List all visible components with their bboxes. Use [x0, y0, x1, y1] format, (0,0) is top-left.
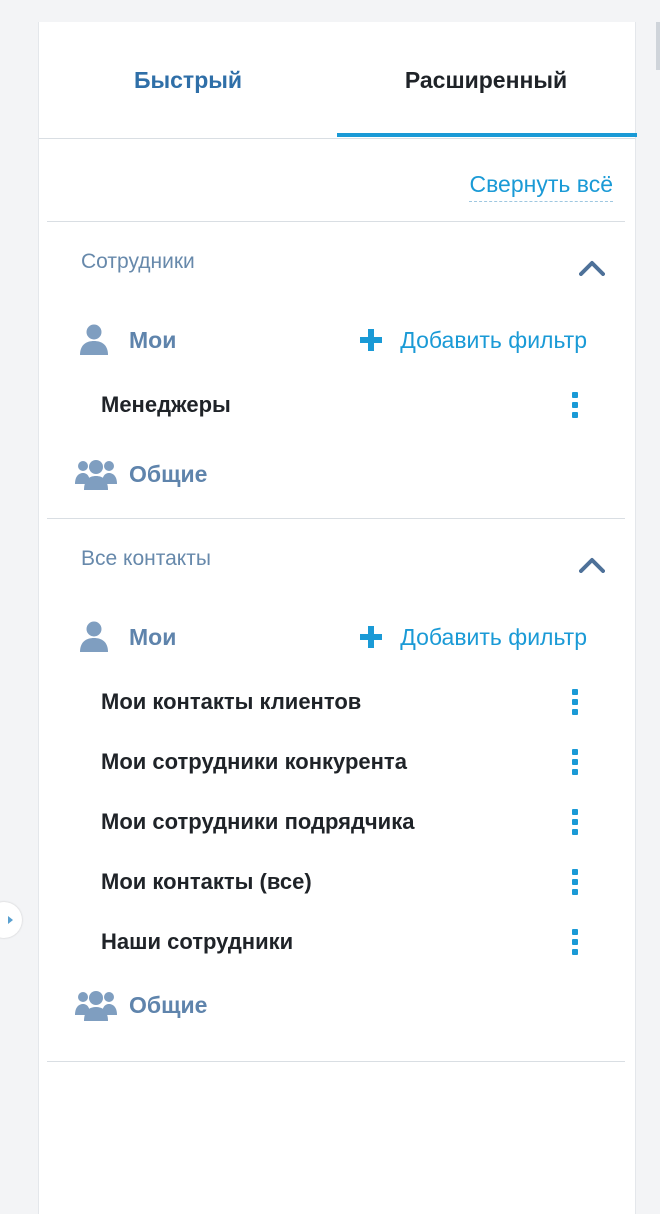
- shared-filters-label[interactable]: Общие: [129, 992, 207, 1019]
- my-filters-row: Мои Добавить фильтр: [47, 306, 625, 374]
- my-filters-row: Мои Добавить фильтр: [47, 603, 625, 671]
- kebab-menu-icon[interactable]: [569, 807, 581, 837]
- filter-item-label[interactable]: Мои сотрудники подрядчика: [101, 809, 414, 835]
- filter-item-label[interactable]: Мои контакты (все): [101, 869, 312, 895]
- tab-quick[interactable]: Быстрый: [39, 22, 337, 138]
- shared-filters-row: Общие: [47, 971, 625, 1061]
- collapse-row: Свернуть всё: [47, 139, 625, 222]
- section-employees: Сотрудники Мои Добавить фильтр Менеджеры: [47, 222, 625, 519]
- filter-item-label[interactable]: Менеджеры: [101, 392, 231, 418]
- user-icon: [80, 324, 108, 355]
- collapse-all-link[interactable]: Свернуть всё: [469, 171, 613, 202]
- filter-row[interactable]: Наши сотрудники: [47, 911, 625, 971]
- shared-filters-label[interactable]: Общие: [129, 461, 207, 488]
- filter-item-label[interactable]: Наши сотрудники: [101, 929, 293, 955]
- chevron-right-icon: [8, 916, 13, 924]
- right-edge-divider: [656, 22, 660, 70]
- plus-icon: [360, 626, 383, 648]
- section-header[interactable]: Все контакты: [47, 519, 625, 603]
- tab-bar: Быстрый Расширенный: [39, 22, 637, 139]
- active-tab-indicator: [337, 133, 637, 137]
- left-strip: [0, 0, 38, 1214]
- kebab-menu-icon[interactable]: [569, 390, 581, 420]
- filter-item-label[interactable]: Мои сотрудники конкурента: [101, 749, 407, 775]
- section-title: Все контакты: [81, 547, 211, 570]
- add-filter-button[interactable]: Добавить фильтр: [360, 624, 587, 651]
- section-header[interactable]: Сотрудники: [47, 222, 625, 306]
- users-group-icon: [75, 991, 117, 1021]
- kebab-menu-icon[interactable]: [569, 747, 581, 777]
- kebab-menu-icon[interactable]: [569, 687, 581, 717]
- plus-icon: [360, 329, 383, 351]
- add-filter-label: Добавить фильтр: [400, 327, 587, 353]
- filter-row[interactable]: Менеджеры: [47, 374, 625, 440]
- users-group-icon: [75, 460, 117, 490]
- kebab-menu-icon[interactable]: [569, 867, 581, 897]
- kebab-menu-icon[interactable]: [569, 927, 581, 957]
- tab-advanced[interactable]: Расширенный: [337, 22, 635, 138]
- my-filters-label[interactable]: Мои: [129, 327, 176, 354]
- user-icon: [80, 621, 108, 652]
- my-filters-label[interactable]: Мои: [129, 624, 176, 651]
- filter-row[interactable]: Мои сотрудники конкурента: [47, 731, 625, 791]
- chevron-up-icon[interactable]: [579, 260, 605, 276]
- filter-row[interactable]: Мои контакты (все): [47, 851, 625, 911]
- chevron-up-icon[interactable]: [579, 557, 605, 573]
- add-filter-label: Добавить фильтр: [400, 624, 587, 650]
- filter-item-label[interactable]: Мои контакты клиентов: [101, 689, 361, 715]
- add-filter-button[interactable]: Добавить фильтр: [360, 327, 587, 354]
- section-all-contacts: Все контакты Мои Добавить фильтр Мои кон…: [47, 519, 625, 1062]
- filter-panel: Быстрый Расширенный Свернуть всё Сотрудн…: [38, 22, 637, 1214]
- filter-row[interactable]: Мои контакты клиентов: [47, 671, 625, 731]
- section-title: Сотрудники: [81, 250, 195, 273]
- filter-row[interactable]: Мои сотрудники подрядчика: [47, 791, 625, 851]
- shared-filters-row: Общие: [47, 440, 625, 518]
